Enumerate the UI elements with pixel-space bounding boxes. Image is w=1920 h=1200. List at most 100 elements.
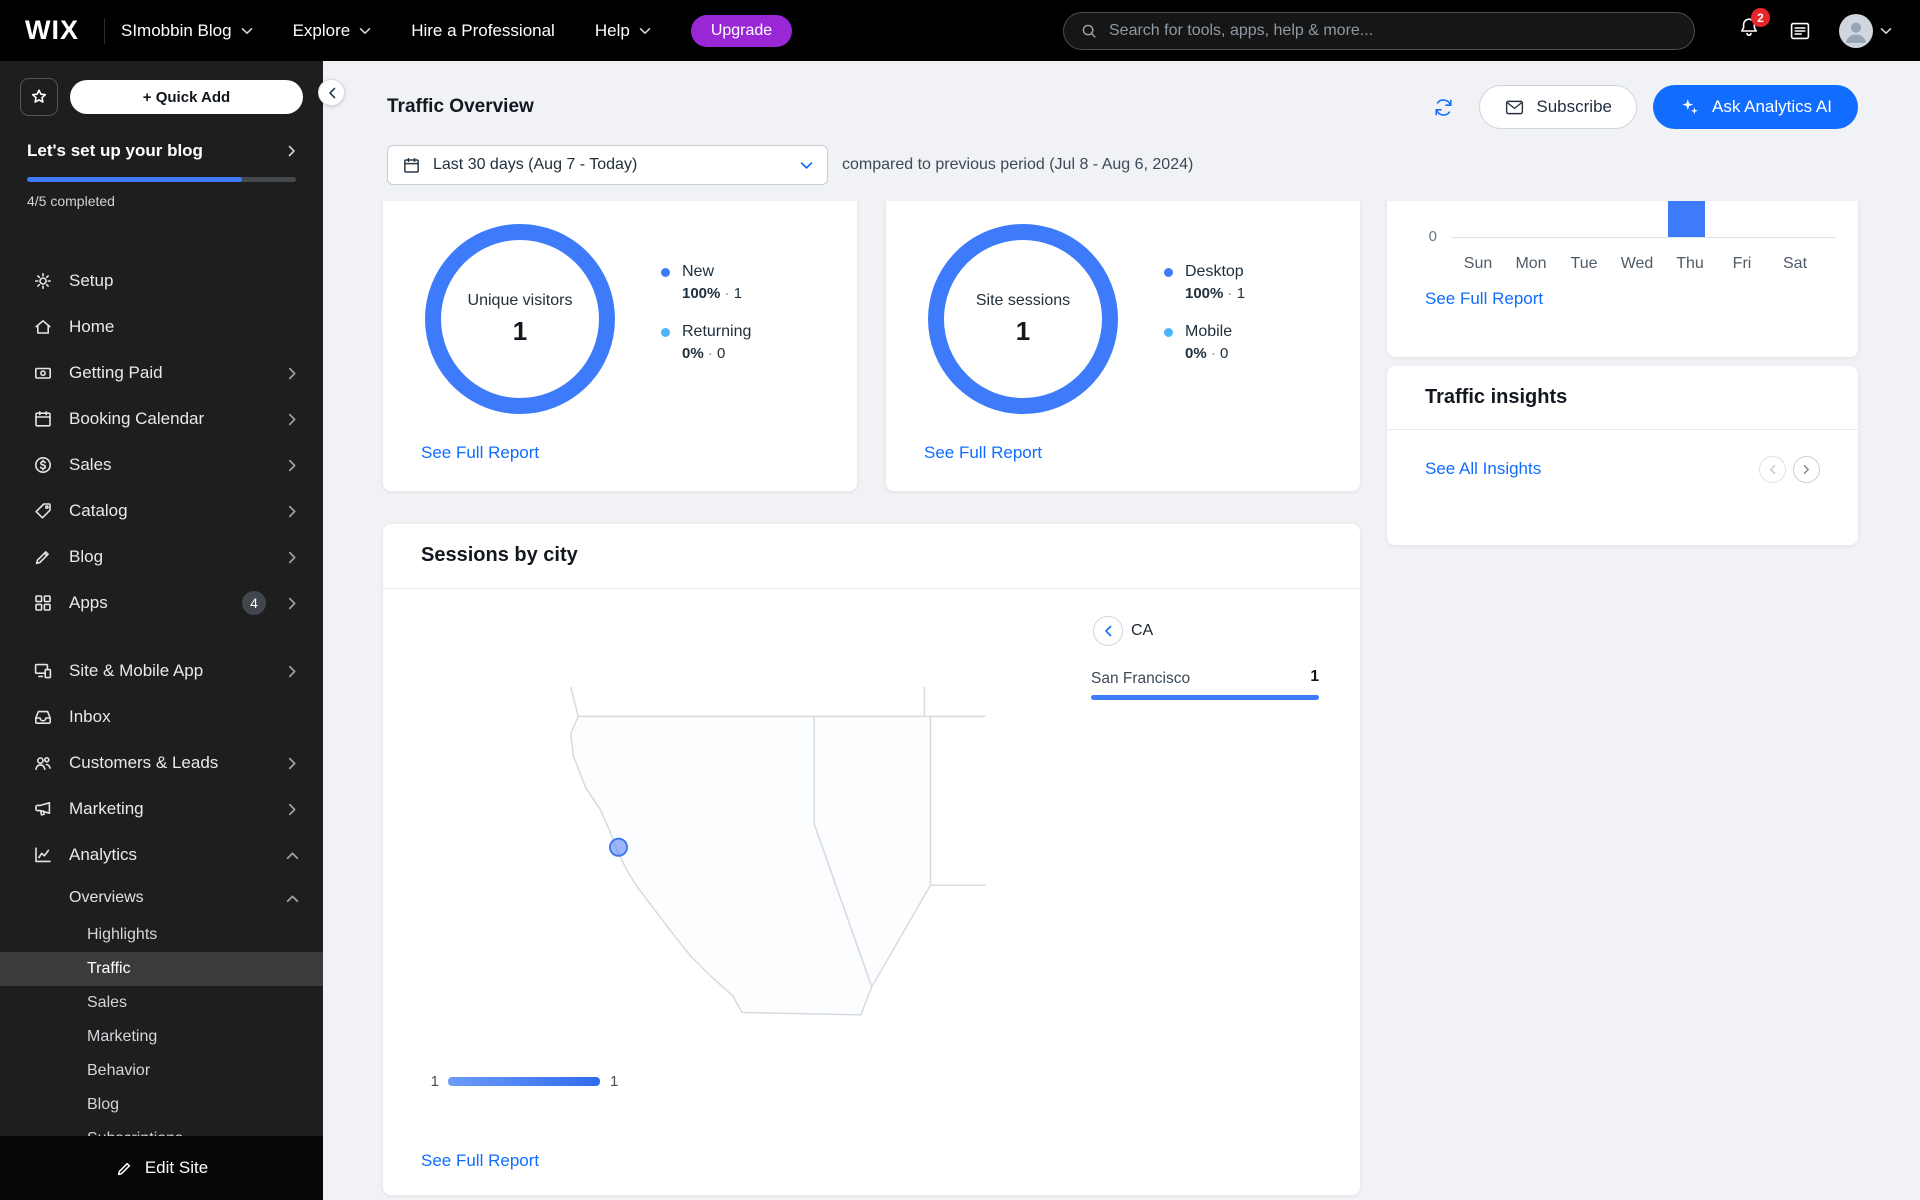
sidebar-item-booking-calendar[interactable]: Booking Calendar [0,396,323,442]
san-francisco-map-dot[interactable] [609,837,628,857]
site-sessions-donut-chart: Site sessions 1 [928,224,1118,414]
sidebar-item-site-mobile-app[interactable]: Site & Mobile App [0,648,323,694]
setup-progress-bar [27,177,296,182]
sidebar-item-highlights[interactable]: Highlights [0,918,323,952]
sidebar-collapse-button[interactable] [318,79,345,106]
pen-icon [35,551,49,565]
updates-button[interactable] [1788,19,1812,43]
chevron-down-icon [800,161,813,169]
people-icon [35,757,51,770]
sidebar-item-label: Site & Mobile App [69,661,204,680]
pager-next-button[interactable] [1793,456,1820,483]
sidebar-item-getting-paid[interactable]: Getting Paid [0,350,323,396]
sidebar-item-overviews[interactable]: Overviews [0,878,323,918]
sidebar-item-subscriptions[interactable]: Subscriptions [0,1122,323,1136]
sidebar-item-inbox[interactable]: Inbox [0,694,323,740]
site-menu[interactable]: SImobbin Blog [121,21,253,41]
map-back-button[interactable] [1093,616,1123,646]
chevron-right-icon [288,665,296,677]
legend-dot [1164,328,1173,337]
sidebar-item-label: Marketing [69,799,144,818]
sidebar-item-sales-overview[interactable]: Sales [0,986,323,1020]
sidebar-item-apps[interactable]: Apps 4 [0,580,323,626]
see-full-report-link[interactable]: See Full Report [421,443,539,463]
chevron-left-icon [328,87,335,98]
sidebar-item-marketing-overview[interactable]: Marketing [0,1020,323,1054]
compare-period-text: compared to previous period (Jul 8 - Aug… [842,156,1194,173]
chevron-left-icon [1105,625,1112,637]
ask-ai-label: Ask Analytics AI [1712,97,1832,116]
quick-add-button[interactable]: + Quick Add [70,80,303,114]
sidebar-item-blog[interactable]: Blog [0,534,323,580]
legend-label: Mobile [1185,323,1233,340]
search-input[interactable] [1109,21,1678,40]
chevron-right-icon [288,367,296,379]
calendar-icon [35,411,51,427]
sidebar-item-label: Customers & Leads [69,753,219,772]
star-icon [31,89,47,103]
see-full-report-link[interactable]: See Full Report [924,443,1042,463]
notifications-button[interactable]: 2 [1737,8,1770,45]
subscribe-label: Subscribe [1536,97,1612,116]
see-full-report-link[interactable]: See Full Report [1425,289,1543,309]
day-label: Thu [1676,255,1704,272]
sidebar-item-marketing[interactable]: Marketing [0,786,323,832]
topbar: WIX SImobbin Blog Explore Hire a Profess… [0,0,1920,61]
setup-progress-card[interactable]: Let's set up your blog 4/5 completed [27,139,296,210]
thursday-bar[interactable] [1668,201,1705,237]
sidebar-item-setup[interactable]: Setup [0,258,323,304]
sidebar-item-sales[interactable]: Sales [0,442,323,488]
donut-label: Site sessions [975,291,1071,309]
sidebar-item-behavior[interactable]: Behavior [0,1054,323,1088]
subscribe-button[interactable]: Subscribe [1479,85,1637,129]
ask-analytics-ai-button[interactable]: Ask Analytics AI [1653,85,1858,129]
chevron-down-icon [1880,27,1892,34]
topbar-divider [104,17,105,44]
traffic-insights-card: Traffic insights See All Insights [1387,366,1858,545]
sidebar-item-label: Inbox [69,707,111,726]
see-full-report-link[interactable]: See Full Report [421,1151,539,1171]
upgrade-button[interactable]: Upgrade [690,14,793,47]
sidebar-item-home[interactable]: Home [0,304,323,350]
sidebar-item-catalog[interactable]: Catalog [0,488,323,534]
chevron-right-icon [288,413,296,425]
site-mobile-icon [34,663,52,679]
gear-icon [35,273,51,289]
sidebar-item-label: Catalog [69,501,128,520]
explore-menu[interactable]: Explore [293,21,372,41]
legend-percent: 100% [682,285,721,302]
region-label: CA [1131,622,1154,639]
sessions-by-day-card: 0 Sun Mon Tue Wed Thu Fri Sat See Full R… [1387,201,1858,357]
map-color-scale[interactable] [448,1077,600,1086]
city-value-bar [1091,695,1319,700]
chevron-up-icon [286,851,299,859]
wix-logo[interactable]: WIX [0,15,104,46]
refresh-button[interactable] [1423,87,1463,127]
notification-badge: 2 [1751,8,1770,27]
sessions-by-city-card: Sessions by city CA San Francisco 1 1 1 … [383,524,1360,1195]
sidebar-item-label: Setup [69,271,114,290]
legend-value: 0 [1207,345,1229,362]
insights-pager [1759,456,1820,483]
account-menu[interactable] [1839,13,1892,48]
edit-site-button[interactable]: Edit Site [0,1136,323,1200]
legend-value: 0 [704,345,726,362]
person-icon [1845,22,1867,43]
apps-count-badge: 4 [242,591,266,615]
sidebar-item-customers-leads[interactable]: Customers & Leads [0,740,323,786]
sidebar-item-analytics[interactable]: Analytics [0,832,323,878]
scale-min-label: 1 [430,1073,439,1090]
pager-prev-button[interactable] [1759,456,1786,483]
help-menu[interactable]: Help [595,21,651,41]
search-icon [1082,24,1096,38]
sparkle-icon [1682,99,1698,115]
hire-a-professional-link[interactable]: Hire a Professional [411,21,555,41]
see-all-insights-link[interactable]: See All Insights [1425,459,1541,479]
sidebar-item-blog-overview[interactable]: Blog [0,1088,323,1122]
card-divider [1387,429,1858,430]
favorites-button[interactable] [20,78,58,116]
analytics-chart-icon [35,847,51,863]
date-range-value: Last 30 days (Aug 7 - Today) [433,156,638,173]
sidebar-item-traffic[interactable]: Traffic [0,952,323,986]
date-range-select[interactable]: Last 30 days (Aug 7 - Today) [387,145,828,185]
